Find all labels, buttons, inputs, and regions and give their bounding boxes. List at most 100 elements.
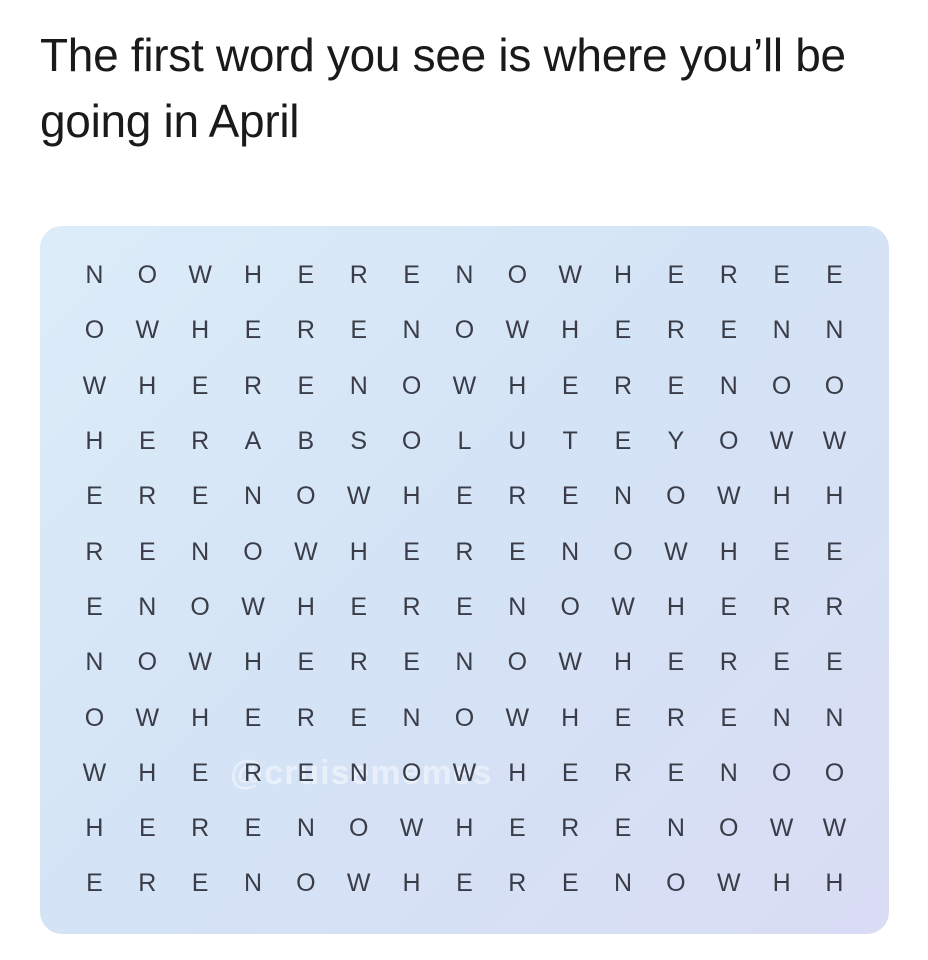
grid-letter: H bbox=[138, 758, 157, 787]
grid-letter: N bbox=[402, 703, 421, 732]
grid-letter: N bbox=[191, 537, 210, 566]
grid-letter: R bbox=[138, 869, 157, 898]
grid-letter: W bbox=[452, 371, 477, 400]
grid-letter: E bbox=[138, 537, 156, 566]
grid-letter: H bbox=[191, 703, 210, 732]
grid-letter: W bbox=[822, 814, 847, 843]
grid-letter: E bbox=[773, 261, 790, 290]
grid-letter: R bbox=[666, 703, 685, 732]
grid-letter: E bbox=[508, 537, 526, 566]
grid-letter: E bbox=[614, 427, 632, 456]
grid-letter: N bbox=[719, 758, 738, 787]
grid-letter: O bbox=[719, 814, 739, 843]
grid-letter: E bbox=[561, 869, 579, 898]
grid-letter: H bbox=[666, 592, 685, 621]
grid-letter: E bbox=[244, 703, 262, 732]
grid-letter: O bbox=[560, 592, 580, 621]
grid-letter: O bbox=[613, 537, 633, 566]
grid-letter: E bbox=[456, 482, 473, 511]
grid-letter: B bbox=[297, 427, 315, 456]
grid-letter: N bbox=[508, 592, 527, 621]
grid-letter: E bbox=[138, 814, 156, 843]
grid-letter: E bbox=[191, 482, 209, 511]
grid-letter: R bbox=[349, 261, 368, 290]
grid-letter: E bbox=[191, 371, 209, 400]
grid-letter: O bbox=[296, 869, 316, 898]
grid-letter: T bbox=[562, 427, 578, 456]
grid-letter: O bbox=[401, 427, 422, 456]
grid-letter: H bbox=[85, 814, 104, 843]
grid-letter: W bbox=[82, 758, 107, 787]
grid-letter: W bbox=[769, 427, 794, 456]
grid-letter: W bbox=[241, 592, 265, 621]
grid-letter: H bbox=[508, 371, 527, 400]
grid-letter: H bbox=[243, 648, 263, 677]
grid-letter: N bbox=[85, 261, 104, 290]
caption-text: The first word you see is where you’ll b… bbox=[40, 29, 846, 147]
grid-letter: H bbox=[561, 316, 580, 345]
grid-letter: H bbox=[349, 537, 368, 566]
grid-letter: O bbox=[243, 537, 263, 566]
grid-letter: E bbox=[86, 482, 103, 511]
grid-letter: N bbox=[85, 648, 104, 677]
grid-letter: E bbox=[508, 814, 526, 843]
grid-letter: H bbox=[402, 869, 421, 898]
grid-letter: W bbox=[452, 758, 477, 787]
grid-letter: E bbox=[773, 537, 790, 566]
grid-letter: H bbox=[402, 482, 421, 511]
grid-letter: W bbox=[399, 814, 424, 843]
grid-letter: L bbox=[457, 427, 472, 456]
grid-letter: E bbox=[191, 758, 209, 787]
grid-letter: N bbox=[349, 371, 368, 400]
grid-letter: A bbox=[244, 427, 262, 456]
grid-letter: R bbox=[666, 316, 685, 345]
grid-letter: E bbox=[456, 869, 473, 898]
grid-letter: H bbox=[772, 482, 791, 511]
grid-letter: O bbox=[190, 592, 210, 621]
grid-letter: N bbox=[243, 482, 263, 511]
grid-letter: E bbox=[244, 316, 262, 345]
grid-letter: N bbox=[772, 316, 791, 345]
grid-letter: Y bbox=[667, 427, 685, 456]
grid-letter: N bbox=[455, 261, 474, 290]
grid-letter: H bbox=[772, 869, 791, 898]
grid-letter: R bbox=[561, 814, 580, 843]
grid-letter: E bbox=[667, 261, 685, 290]
grid-letter: E bbox=[720, 703, 738, 732]
grid-letter: O bbox=[719, 427, 739, 456]
grid-letter: W bbox=[558, 648, 582, 677]
grid-letter: E bbox=[403, 648, 420, 677]
grid-row: ENOWHERENOWHERR bbox=[68, 580, 861, 635]
grid-letter: R bbox=[772, 592, 791, 621]
grid-letter: H bbox=[825, 869, 844, 898]
grid-letter: E bbox=[561, 758, 579, 787]
grid-letter: W bbox=[188, 261, 212, 290]
grid-letter: O bbox=[454, 316, 475, 345]
grid-letter: H bbox=[719, 537, 738, 566]
grid-letter: E bbox=[297, 261, 315, 290]
grid-row: NOWHERENOWHEREE bbox=[68, 248, 861, 303]
grid-letter: O bbox=[84, 703, 105, 732]
grid-row: HERENOWHERENOWW bbox=[68, 801, 861, 856]
grid-letter: O bbox=[349, 814, 369, 843]
grid-letter: E bbox=[297, 648, 315, 677]
grid-letter: E bbox=[826, 537, 843, 566]
grid-letter: O bbox=[401, 758, 422, 787]
grid-letter: E bbox=[456, 592, 473, 621]
grid-letter: W bbox=[346, 482, 371, 511]
grid-letter: O bbox=[84, 316, 105, 345]
grid-row: OWHERENOWHERENN bbox=[68, 690, 861, 745]
grid-letter: E bbox=[138, 427, 156, 456]
grid-letter: R bbox=[613, 371, 633, 400]
grid-letter: R bbox=[243, 758, 263, 787]
grid-letter: E bbox=[614, 316, 632, 345]
grid-letter: E bbox=[297, 758, 315, 787]
grid-letter: H bbox=[455, 814, 474, 843]
grid-letter: E bbox=[826, 261, 843, 290]
grid-row: ERENOWHERENOWHH bbox=[68, 856, 861, 911]
grid-letter: H bbox=[191, 316, 210, 345]
grid-letter: E bbox=[561, 371, 579, 400]
grid-letter: O bbox=[137, 261, 158, 290]
grid-letter: O bbox=[454, 703, 475, 732]
grid-letter: E bbox=[826, 648, 843, 677]
